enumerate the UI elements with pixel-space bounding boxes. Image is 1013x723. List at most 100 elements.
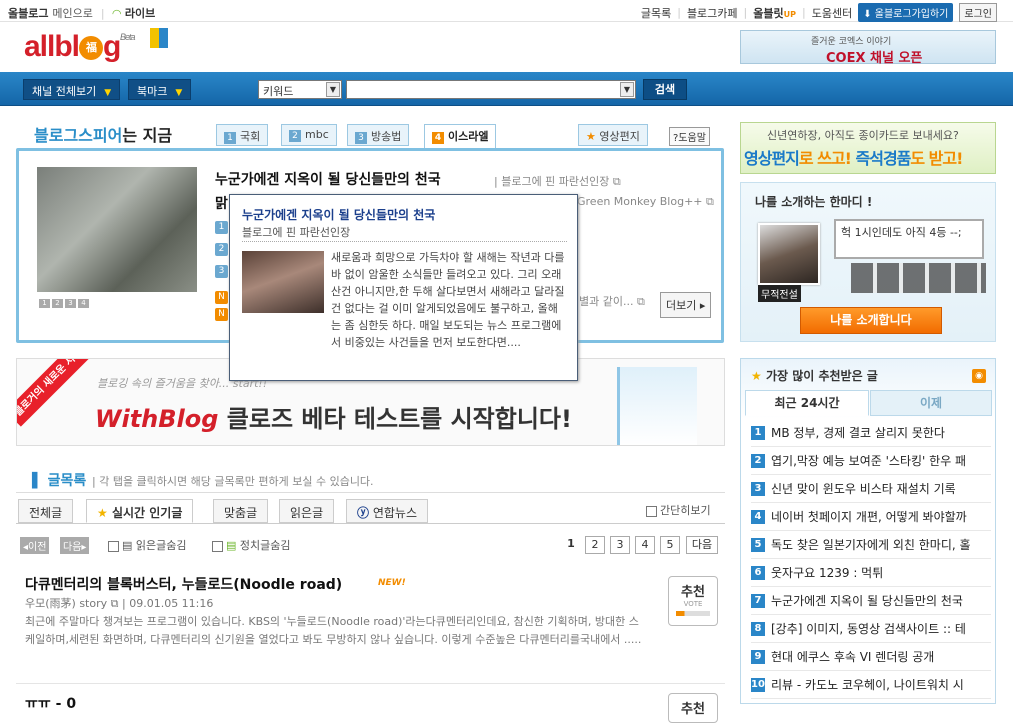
post-list-title: ▌ 글목록 (32, 470, 86, 490)
rss-icon[interactable]: ◉ (972, 369, 986, 383)
rank-title: 엽기,막장 예능 보여준 '스타킹' 한우 패 (771, 454, 967, 468)
bookmark-button[interactable]: 북마크 ▼ (128, 79, 192, 100)
tab-realtime-popular[interactable]: ★ 실시간 인기글 (86, 499, 194, 523)
tab-keyword-4[interactable]: 4 이스라엘 (424, 124, 497, 149)
video-letter-ad[interactable]: 신년연하장, 아직도 종이카드로 보내세요? 영상편지로 쓰고! 즉석경품도 받… (740, 122, 996, 174)
tab-keyword-3[interactable]: 3 방송법 (347, 124, 410, 146)
menu-allblit[interactable]: 올블릿UP (753, 5, 796, 21)
rank-num-icon: 2 (215, 243, 228, 256)
sub-source-2[interactable]: Green Monkey Blog++ ⧉ (577, 195, 714, 209)
tab-all-posts[interactable]: 전체글 (18, 499, 74, 523)
list-icon: ▌ (32, 473, 43, 489)
window-icon: ⧉ (110, 597, 119, 610)
tab-number: 1 (224, 132, 236, 144)
list-item[interactable]: 9 현대 에쿠스 후속 VI 렌더링 공개 (751, 643, 991, 671)
login-button[interactable]: 로그인 (959, 3, 997, 22)
tab-past[interactable]: 이제 (870, 390, 992, 416)
hide-read-checkbox[interactable]: ▤ 읽은글숨김 (108, 537, 187, 553)
featured-headline[interactable]: 누군가에겐 지옥이 될 당신들만의 천국 (215, 169, 441, 189)
divider: | (802, 6, 806, 19)
logo-blocks-icon (150, 28, 168, 48)
video-ad-line2: 영상편지로 쓰고! 즉석경품도 받고! (744, 145, 963, 169)
allblog-logo[interactable]: allbl 福 g Beta (24, 30, 135, 64)
avatar[interactable] (758, 223, 820, 285)
list-item[interactable]: 4 네이버 첫페이지 개편, 어떻게 봐야할까 (751, 503, 991, 531)
photo-page-1[interactable]: 1 (39, 299, 50, 308)
join-button[interactable]: ⬇ 올블로그가입하기 (858, 3, 954, 22)
page-2[interactable]: 2 (585, 536, 605, 554)
next-button[interactable]: 다음▸ (60, 537, 90, 554)
tab-yonhap-news[interactable]: ⓨ 연합뉴스 (346, 499, 429, 523)
post-title[interactable]: ㅠㅠ - 0 (25, 693, 76, 713)
popup-source[interactable]: 블로그에 핀 파란선인장 (242, 224, 350, 240)
photo-page-3[interactable]: 3 (65, 299, 76, 308)
checkbox-box (212, 540, 223, 552)
list-item[interactable]: 5 독도 찾은 일본기자에게 외친 한마디, 홀 (751, 531, 991, 559)
menu-help-center[interactable]: 도움센터 (812, 5, 852, 21)
menu-blog-cafe[interactable]: 블로그카페 (687, 5, 738, 21)
list-item[interactable]: 8 [강추] 이미지, 동영상 검색사이트 :: 테 (751, 615, 991, 643)
post-author[interactable]: 우모(雨茅) story (25, 597, 107, 610)
menu-post-list[interactable]: 글목록 (641, 5, 671, 21)
coex-ad-line1: 즐거운 코엑스 이야기 (811, 37, 892, 47)
list-item[interactable]: 6 웃자구요 1239 : 먹튀 (751, 559, 991, 587)
recommend-button[interactable]: 추천 (668, 693, 718, 723)
popup-title[interactable]: 누군가에겐 지옥이 될 당신들만의 천국 (242, 206, 435, 223)
channel-all-button[interactable]: 채널 전체보기 ▼ (23, 79, 121, 100)
page-1[interactable]: 1 (561, 536, 581, 554)
introduce-myself-button[interactable]: 나를 소개합니다 (800, 307, 942, 334)
divider: | (100, 6, 105, 20)
help-button[interactable]: ?도움말 (669, 127, 710, 146)
more-button[interactable]: 더보기 ▸ (660, 292, 712, 318)
list-item[interactable]: 10 리뷰 - 카도노 코우헤이, 나이트워치 시 (751, 671, 991, 699)
new-markers: N N (215, 291, 228, 321)
simple-view-checkbox[interactable]: 간단히보기 (646, 502, 711, 518)
tab-keyword-2[interactable]: 2 mbc (281, 124, 337, 146)
page-3[interactable]: 3 (610, 536, 630, 554)
prev-button[interactable]: ◂이전 (20, 537, 50, 554)
tab-read-posts[interactable]: 읽은글 (279, 499, 335, 523)
window-icon: ⧉ (636, 295, 645, 308)
post-list-title-label: 글목록 (47, 473, 87, 489)
photo-page-4[interactable]: 4 (78, 299, 89, 308)
live-link[interactable]: ◠ 라이브 (113, 5, 156, 21)
video-ad-part-d: 도 받고! (910, 149, 963, 168)
post-meta: 우모(雨茅) story ⧉ | 09.01.05 11:16 (25, 597, 214, 610)
tab-keyword-1[interactable]: 1 국회 (216, 124, 269, 146)
coex-ad-banner[interactable]: 즐거운 코엑스 이야기 COEX 채널 오픈 (740, 30, 996, 66)
list-item[interactable]: 1 MB 정부, 경제 결코 살리지 못한다 (751, 419, 991, 447)
intro-user-name[interactable]: 무적전설 (758, 285, 801, 302)
banner-main-label: 클로즈 베타 테스트를 시작합니다! (218, 405, 572, 433)
featured-photo[interactable] (37, 167, 197, 292)
recommend-label: 추천 (681, 702, 705, 717)
page-5[interactable]: 5 (660, 536, 680, 554)
tab-number: 4 (432, 132, 444, 144)
allblog-home-link[interactable]: 올블로그 메인으로 (8, 5, 93, 21)
search-button[interactable]: 검색 (643, 79, 687, 100)
recommend-button[interactable]: 추천 VOTE (668, 576, 718, 626)
featured-source-label: 블로그에 핀 파란선인장 (501, 175, 610, 188)
logo-text-b: g (103, 30, 121, 63)
list-item[interactable]: 7 누군가에겐 지옥이 될 당신들만의 천국 (751, 587, 991, 615)
sub-headline-2[interactable]: 맑 (215, 193, 228, 213)
tab-video-letter[interactable]: ★ 영상편지 (578, 124, 648, 146)
most-recommended-label: 가장 많이 추천받은 글 (765, 369, 878, 383)
chevron-down-icon: ▼ (326, 82, 340, 97)
page-4[interactable]: 4 (635, 536, 655, 554)
list-item[interactable]: 3 신년 맞이 윈도우 비스타 재설치 기록 (751, 475, 991, 503)
tab-recent-24h[interactable]: 최근 24시간 (745, 390, 869, 416)
next-page-button[interactable]: 다음 (686, 536, 718, 554)
photo-page-2[interactable]: 2 (52, 299, 63, 308)
divider: | (743, 6, 748, 19)
tab-custom-posts[interactable]: 맞춤글 (213, 499, 269, 523)
post-body[interactable]: 최근에 주말마다 챙겨보는 프로그램이 있습니다. KBS의 '누들로드(Noo… (25, 613, 647, 649)
camera-decoration (851, 263, 986, 293)
search-type-select[interactable]: 키워드 ▼ (258, 80, 342, 99)
post-title[interactable]: 다큐멘터리의 블록버스터, 누들로드(Noodle road) (25, 574, 342, 594)
bookmark-label: 북마크 (137, 85, 168, 98)
search-input[interactable]: ▼ (346, 80, 636, 99)
featured-source[interactable]: | 블로그에 핀 파란선인장 ⧉ (494, 173, 621, 189)
sub-source-3[interactable]: 별과 같이... ⧉ (579, 293, 645, 309)
list-item[interactable]: 2 엽기,막장 예능 보여준 '스타킹' 한우 패 (751, 447, 991, 475)
hide-politics-checkbox[interactable]: ▤ 정치글숨김 (212, 537, 291, 553)
